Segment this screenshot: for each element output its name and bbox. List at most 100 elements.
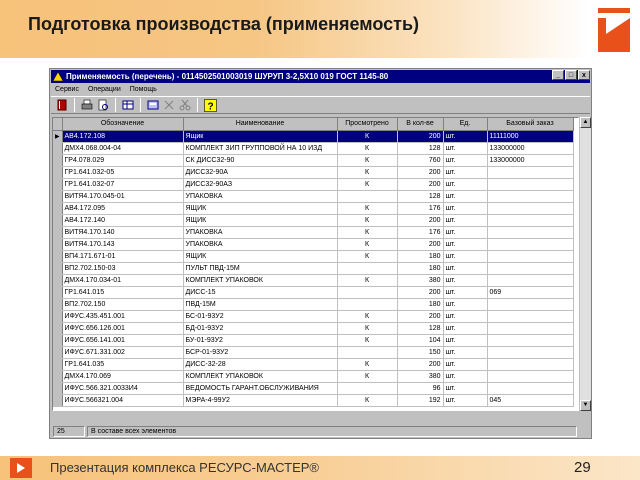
table-row[interactable]: ДМХ4.170.069 КОМПЛЕКТ УПАКОВОК К 380 шт. [53, 370, 574, 383]
row-indicator[interactable] [53, 154, 63, 167]
cut-icon[interactable] [162, 98, 176, 112]
row-indicator[interactable] [53, 334, 63, 347]
cell-unit[interactable]: шт. [443, 202, 488, 215]
col-header-unit[interactable]: Ед. [443, 118, 488, 131]
cell-quantity[interactable]: 200 [397, 166, 444, 179]
cell-designation[interactable]: ГР1.641.015 [62, 286, 184, 299]
cell-name[interactable]: ПВД-15М [183, 298, 338, 311]
cell-quantity[interactable]: 200 [397, 358, 444, 371]
cell-name[interactable]: ПУЛЬТ ПВД-15М [183, 262, 338, 275]
table-row[interactable]: ВП4.171.671-01 ЯЩИК К 180 шт. [53, 250, 574, 263]
row-indicator[interactable] [53, 214, 63, 227]
cell-base-order[interactable] [487, 178, 574, 191]
cell-unit[interactable]: шт. [443, 322, 488, 335]
table-row[interactable]: ВП2.702.150 ПВД-15М 180 шт. [53, 298, 574, 311]
cell-name[interactable]: БС-01-93У2 [183, 310, 338, 323]
cell-base-order[interactable]: 11111000 [487, 130, 574, 143]
cell-designation[interactable]: ВИТЯ4.170.143 [62, 238, 184, 251]
cell-name[interactable]: ДИСС-32-28 [183, 358, 338, 371]
cell-viewed[interactable]: К [337, 310, 398, 323]
cell-name[interactable]: Ящик [183, 130, 338, 143]
table-row[interactable]: ИФУС.566321.004 МЭРА-4-99У2 К 192 шт. 045 [53, 394, 574, 407]
cell-base-order[interactable] [487, 190, 574, 203]
col-header-name[interactable]: Наименование [183, 118, 338, 131]
scroll-up-arrow-icon[interactable]: ▲ [580, 117, 591, 128]
cell-base-order[interactable] [487, 274, 574, 287]
cell-viewed[interactable]: К [337, 250, 398, 263]
cell-unit[interactable]: шт. [443, 214, 488, 227]
cell-base-order[interactable] [487, 310, 574, 323]
cell-designation[interactable]: ГР1.641.032-07 [62, 178, 184, 191]
cell-base-order[interactable] [487, 262, 574, 275]
cell-name[interactable]: ВЕДОМОСТЬ ГАРАНТ.ОБСЛУЖИВАНИЯ [183, 382, 338, 395]
cell-base-order[interactable] [487, 250, 574, 263]
cell-name[interactable]: БСР-01-93У2 [183, 346, 338, 359]
cell-base-order[interactable] [487, 238, 574, 251]
cell-base-order[interactable] [487, 226, 574, 239]
cell-unit[interactable]: шт. [443, 346, 488, 359]
cell-viewed[interactable]: К [337, 238, 398, 251]
cell-base-order[interactable] [487, 382, 574, 395]
book-icon[interactable] [55, 98, 69, 112]
cell-designation[interactable]: ИФУС.566.321.0033И4 [62, 382, 184, 395]
cell-viewed[interactable]: К [337, 358, 398, 371]
cell-unit[interactable]: шт. [443, 370, 488, 383]
cell-quantity[interactable]: 192 [397, 394, 444, 407]
cell-viewed[interactable]: К [337, 214, 398, 227]
cell-unit[interactable]: шт. [443, 286, 488, 299]
col-header-quantity[interactable]: В кол-ве [397, 118, 444, 131]
preview-icon[interactable] [96, 98, 110, 112]
cell-quantity[interactable]: 380 [397, 370, 444, 383]
cell-base-order[interactable] [487, 298, 574, 311]
cell-base-order[interactable] [487, 370, 574, 383]
row-indicator[interactable] [53, 142, 63, 155]
table-row[interactable]: ДМХ4.068.004-04 КОМПЛЕКТ ЗИП ГРУППОВОЙ НА… [53, 142, 574, 155]
row-indicator[interactable] [53, 346, 63, 359]
close-button[interactable]: x [578, 70, 590, 80]
scroll-down-arrow-icon[interactable]: ▼ [580, 400, 591, 411]
cell-unit[interactable]: шт. [443, 130, 488, 143]
cell-viewed[interactable] [337, 262, 398, 275]
cell-unit[interactable]: шт. [443, 394, 488, 407]
cell-name[interactable]: ДИСС-15 [183, 286, 338, 299]
cell-base-order[interactable] [487, 166, 574, 179]
cell-name[interactable]: УПАКОВКА [183, 238, 338, 251]
cell-viewed[interactable]: К [337, 154, 398, 167]
row-indicator[interactable] [53, 394, 63, 407]
table-row[interactable]: ГР1.641.035 ДИСС-32-28 К 200 шт. [53, 358, 574, 371]
col-header-base-order[interactable]: Базовый заказ [487, 118, 574, 131]
cell-designation[interactable]: ИФУС.656.126.001 [62, 322, 184, 335]
cell-designation[interactable]: ВП2.702.150 [62, 298, 184, 311]
row-indicator[interactable] [53, 250, 63, 263]
row-indicator[interactable] [53, 262, 63, 275]
cell-designation[interactable]: ДМХ4.068.004-04 [62, 142, 184, 155]
cell-unit[interactable]: шт. [443, 142, 488, 155]
cell-base-order[interactable]: 133000000 [487, 154, 574, 167]
print-icon[interactable] [80, 98, 94, 112]
cell-unit[interactable]: шт. [443, 178, 488, 191]
row-indicator[interactable] [53, 274, 63, 287]
cell-viewed[interactable]: К [337, 322, 398, 335]
table-row[interactable]: ИФУС.435.451.001 БС-01-93У2 К 200 шт. [53, 310, 574, 323]
col-header-designation[interactable]: Обозначение [62, 118, 184, 131]
table-row[interactable]: ВП2.702.150-03 ПУЛЬТ ПВД-15М 180 шт. [53, 262, 574, 275]
cell-designation[interactable]: ВП4.171.671-01 [62, 250, 184, 263]
menu-service[interactable]: Сервис [55, 86, 79, 93]
cell-viewed[interactable]: К [337, 226, 398, 239]
help-icon[interactable]: ? [203, 98, 217, 112]
row-indicator[interactable] [53, 190, 63, 203]
cell-quantity[interactable]: 128 [397, 142, 444, 155]
cell-base-order[interactable] [487, 214, 574, 227]
table-row[interactable]: ИФУС.566.321.0033И4 ВЕДОМОСТЬ ГАРАНТ.ОБСЛ… [53, 382, 574, 395]
cell-name[interactable]: КОМПЛЕКТ УПАКОВОК [183, 274, 338, 287]
cell-quantity[interactable]: 200 [397, 286, 444, 299]
cell-designation[interactable]: ДМХ4.170.069 [62, 370, 184, 383]
cell-unit[interactable]: шт. [443, 154, 488, 167]
cell-quantity[interactable]: 104 [397, 334, 444, 347]
form-icon[interactable] [146, 98, 160, 112]
row-indicator[interactable] [53, 382, 63, 395]
scissors-icon[interactable] [178, 98, 192, 112]
table-row[interactable]: АВ4.172.140 ЯЩИК К 200 шт. [53, 214, 574, 227]
cell-viewed[interactable] [337, 298, 398, 311]
table-row[interactable]: ДМХ4.170.034-01 КОМПЛЕКТ УПАКОВОК К 380 шт. [53, 274, 574, 287]
